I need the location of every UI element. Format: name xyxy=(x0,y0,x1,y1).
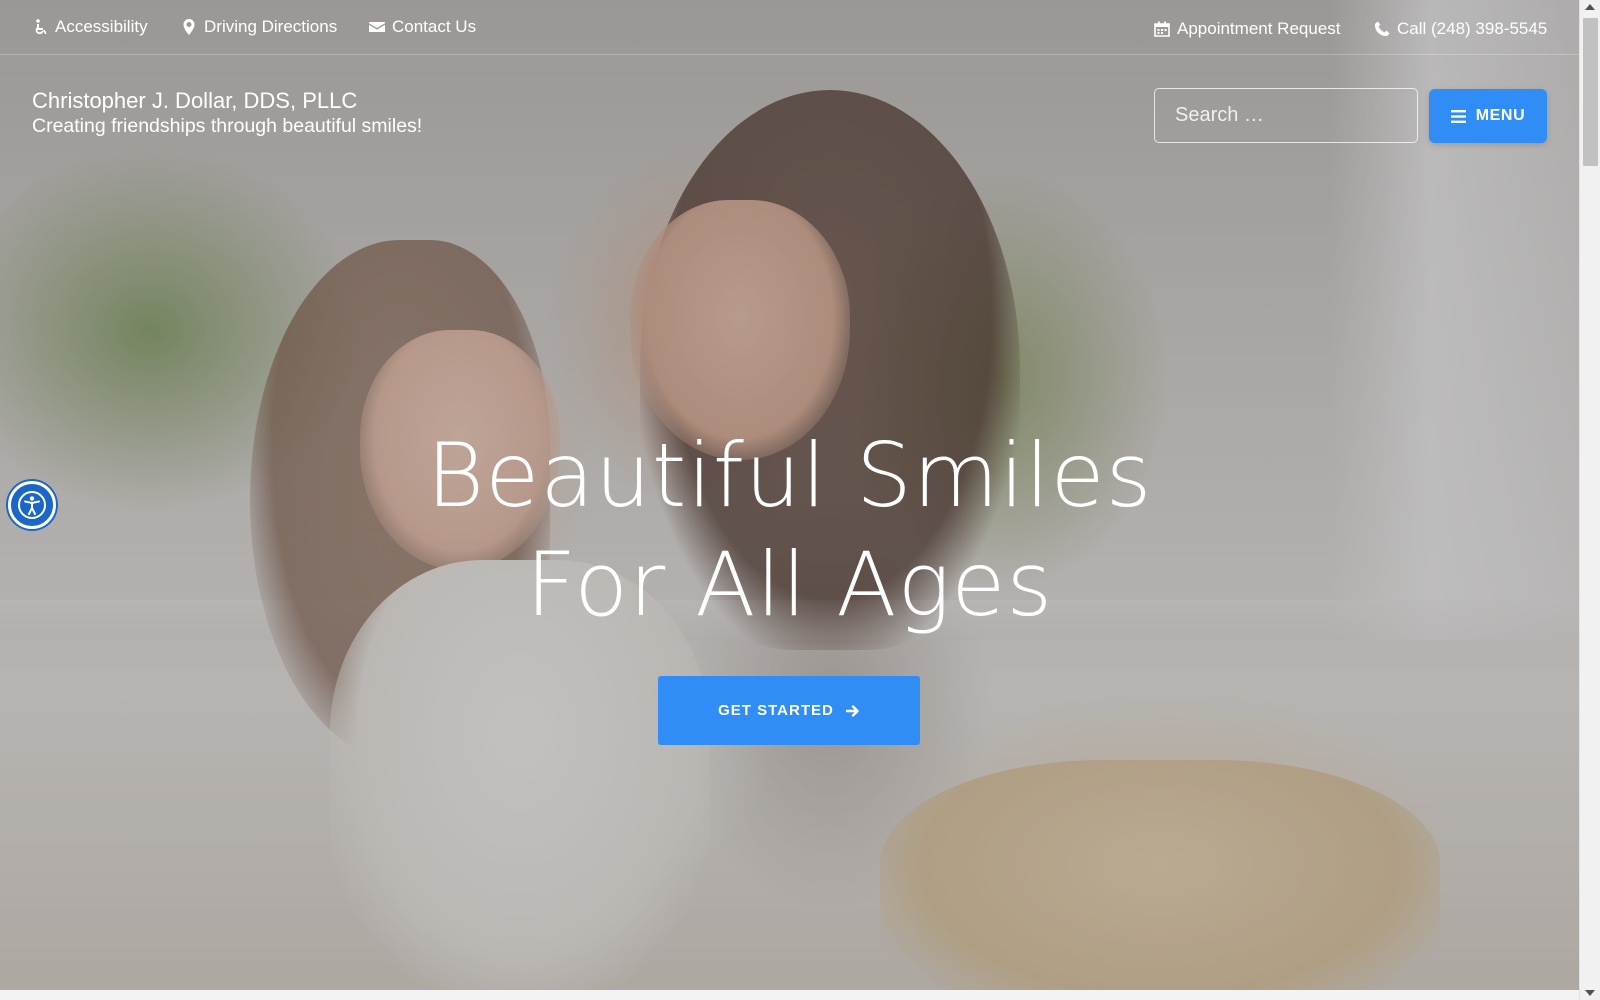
map-marker-icon xyxy=(183,19,195,35)
menu-button[interactable]: MENU xyxy=(1429,89,1547,143)
arrow-right-icon xyxy=(845,704,859,717)
scroll-up-arrow-icon[interactable] xyxy=(1585,4,1595,10)
practice-tagline: Creating friendships through beautiful s… xyxy=(32,115,423,137)
contact-us-link[interactable]: Contact Us xyxy=(369,17,476,37)
scroll-down-arrow-icon[interactable] xyxy=(1585,990,1595,996)
accessibility-link[interactable]: Accessibility xyxy=(32,17,148,37)
hero-title-line-2: For All Ages xyxy=(525,533,1054,636)
get-started-button[interactable]: GET STARTED xyxy=(658,676,920,745)
accessibility-link-label: Accessibility xyxy=(55,17,148,36)
practice-name[interactable]: Christopher J. Dollar, DDS, PLLC xyxy=(32,88,357,114)
call-phone-label: Call (248) 398-5545 xyxy=(1397,19,1548,38)
appointment-request-link[interactable]: Appointment Request xyxy=(1154,19,1341,39)
top-utility-bar: Accessibility Driving Directions Contact… xyxy=(0,0,1579,55)
wheelchair-icon xyxy=(35,19,47,35)
search-form xyxy=(1154,88,1418,143)
hamburger-icon xyxy=(1450,109,1466,123)
contact-us-link-label: Contact Us xyxy=(392,17,477,36)
menu-button-label: MENU xyxy=(1475,107,1526,124)
driving-directions-link[interactable]: Driving Directions xyxy=(181,17,337,37)
driving-directions-link-label: Driving Directions xyxy=(204,17,338,36)
call-phone-link[interactable]: Call (248) 398-5545 xyxy=(1374,19,1547,39)
hero-title-line-1: Beautiful Smiles xyxy=(426,424,1153,527)
page-bottom-strip xyxy=(0,990,1579,1000)
phone-icon xyxy=(1374,21,1390,37)
envelope-icon xyxy=(369,22,385,32)
page-scrollbar[interactable] xyxy=(1579,0,1600,1000)
get-started-label: GET STARTED xyxy=(718,702,834,719)
calendar-icon xyxy=(1154,21,1170,37)
appointment-request-label: Appointment Request xyxy=(1177,19,1341,38)
scrollbar-thumb[interactable] xyxy=(1583,18,1598,166)
search-input[interactable] xyxy=(1155,89,1417,142)
